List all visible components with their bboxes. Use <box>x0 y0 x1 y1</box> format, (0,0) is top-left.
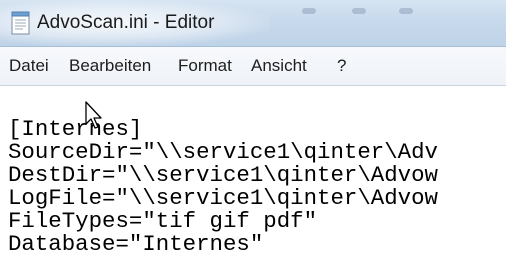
text-editor-area[interactable]: [Internes] SourceDir="\\service1\qinter\… <box>0 86 506 270</box>
menu-bearbeiten[interactable]: Bearbeiten <box>69 54 151 78</box>
editor-line: Database="Internes" <box>8 231 264 257</box>
menu-datei[interactable]: Datei <box>9 54 49 78</box>
title-bar[interactable]: AdvoScan.ini - Editor <box>0 0 506 47</box>
menu-format[interactable]: Format <box>178 54 232 78</box>
editor-line: SourceDir="\\service1\qinter\Adv <box>8 139 438 165</box>
editor-line: LogFile="\\service1\qinter\Advow <box>8 185 438 211</box>
menu-help[interactable]: ? <box>337 54 346 78</box>
menu-ansicht[interactable]: Ansicht <box>251 54 307 78</box>
title-artifact <box>399 8 413 14</box>
editor-line: [Internes] <box>8 116 143 142</box>
notepad-window: AdvoScan.ini - Editor Datei Bearbeiten F… <box>0 0 506 270</box>
notepad-icon[interactable] <box>11 11 31 35</box>
title-artifact <box>302 8 316 14</box>
editor-line: FileTypes="tif gif pdf" <box>8 208 318 234</box>
title-artifact <box>352 8 366 14</box>
editor-line: DestDir="\\service1\qinter\Advow <box>8 162 438 188</box>
arrow-cursor-icon <box>85 101 102 129</box>
menu-bar: Datei Bearbeiten Format Ansicht ? <box>0 47 506 86</box>
window-title: AdvoScan.ini - Editor <box>37 12 215 33</box>
